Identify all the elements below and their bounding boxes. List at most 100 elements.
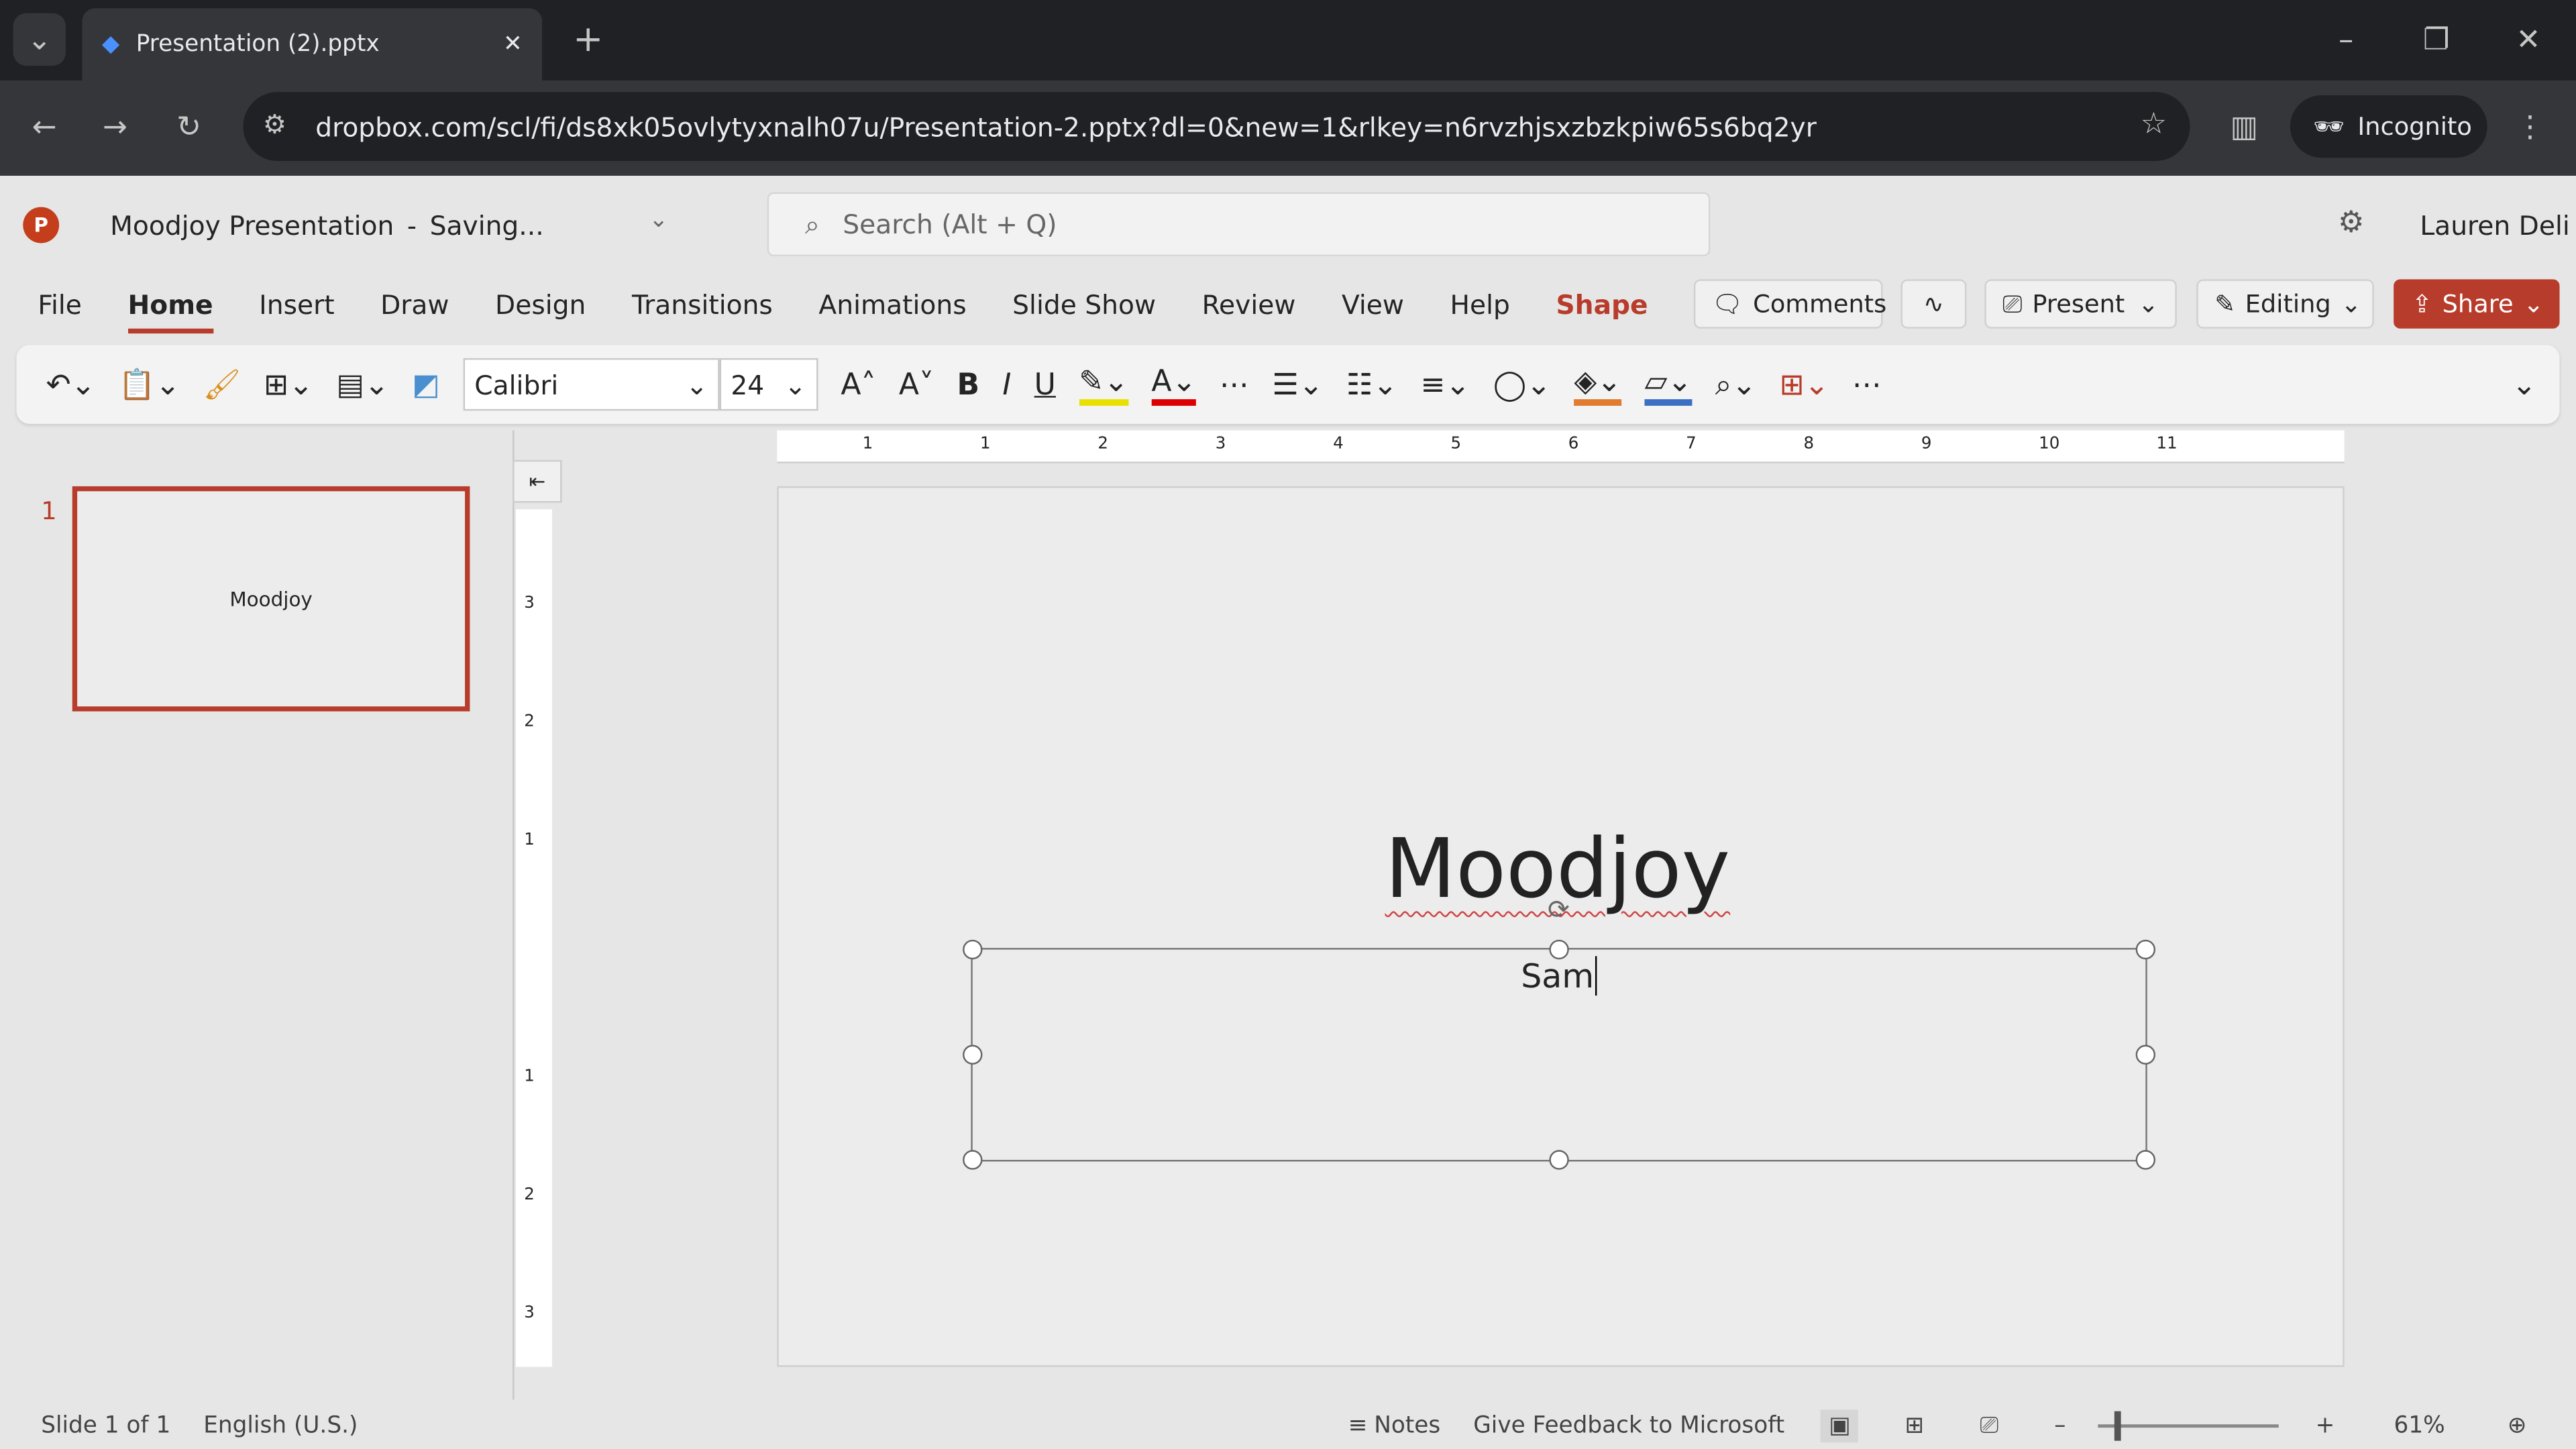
- tab-view[interactable]: View: [1342, 289, 1404, 333]
- font-size-select[interactable]: 24 ⌄: [719, 358, 818, 411]
- more-font-icon[interactable]: ⋯: [1220, 367, 1249, 401]
- tab-insert[interactable]: Insert: [259, 289, 334, 333]
- bookmark-star-icon[interactable]: ☆: [2141, 107, 2167, 141]
- more-options-icon[interactable]: ⋯: [1852, 367, 1882, 401]
- share-button[interactable]: ⇪ Share ⌄: [2394, 279, 2560, 329]
- site-info-icon[interactable]: ⚙: [263, 109, 286, 140]
- doc-title: Moodjoy Presentation: [110, 210, 394, 242]
- new-tab-icon[interactable]: +: [567, 16, 610, 62]
- resize-handle[interactable]: [963, 939, 983, 960]
- zoom-in-icon[interactable]: +: [2316, 1412, 2335, 1438]
- bold-icon[interactable]: B: [957, 367, 979, 401]
- normal-view-icon[interactable]: ▣: [1821, 1409, 1859, 1442]
- zoom-level[interactable]: 61%: [2394, 1412, 2445, 1438]
- address-bar[interactable]: ⚙ dropbox.com/scl/fi/ds8xk05ovlytyxnalh0…: [243, 92, 2190, 162]
- chevron-down-icon[interactable]: ⌄: [2138, 289, 2159, 319]
- reading-view-icon[interactable]: ⎚: [1980, 1412, 1998, 1438]
- catch-up-button[interactable]: ∿: [1900, 279, 1967, 329]
- minimize-icon[interactable]: –: [2324, 16, 2367, 62]
- fit-slide-icon[interactable]: ⊕: [2508, 1412, 2527, 1438]
- ruler-tick-label: 2: [524, 1186, 535, 1205]
- back-icon[interactable]: ←: [23, 103, 66, 150]
- tab-shape[interactable]: Shape: [1556, 289, 1648, 333]
- user-name[interactable]: Lauren Deli: [2420, 210, 2569, 241]
- shape-fill-icon[interactable]: ◈⌄: [1574, 364, 1622, 405]
- background-icon[interactable]: ◩: [412, 367, 440, 401]
- feedback-link[interactable]: Give Feedback to Microsoft: [1473, 1412, 1784, 1438]
- incognito-badge[interactable]: 🕶 Incognito: [2290, 95, 2487, 158]
- new-slide-icon[interactable]: ⊞⌄: [264, 367, 313, 401]
- resize-handle[interactable]: [963, 1150, 983, 1170]
- tab-draw[interactable]: Draw: [380, 289, 449, 333]
- grow-font-icon[interactable]: A˄: [841, 367, 875, 401]
- language[interactable]: English (U.S.): [203, 1412, 358, 1438]
- slide-canvas[interactable]: [777, 486, 2345, 1367]
- layout-icon[interactable]: ▤⌄: [336, 367, 389, 401]
- editing-mode-button[interactable]: ✎ Editing ⌄: [2196, 279, 2374, 329]
- tab-home[interactable]: Home: [127, 289, 213, 334]
- format-painter-icon[interactable]: 🖌: [203, 367, 241, 401]
- ruler-tick-label: 7: [1686, 435, 1697, 453]
- reload-icon[interactable]: ↻: [168, 103, 211, 150]
- restore-icon[interactable]: ❐: [2415, 16, 2458, 62]
- numbering-icon[interactable]: ☷⌄: [1346, 367, 1397, 401]
- font-family-select[interactable]: Calibri ⌄: [463, 358, 720, 411]
- tab-slide-show[interactable]: Slide Show: [1012, 289, 1156, 333]
- zoom-slider-thumb[interactable]: [2114, 1410, 2122, 1440]
- slide-number: 1: [41, 496, 57, 526]
- title-chevron-icon[interactable]: ⌄: [649, 207, 668, 233]
- find-icon[interactable]: ⌕⌄: [1715, 367, 1757, 401]
- italic-icon[interactable]: I: [1002, 367, 1011, 401]
- collapse-pane-icon[interactable]: ⇤: [513, 460, 562, 503]
- present-button[interactable]: ⎚ Present ⌄: [1984, 279, 2177, 329]
- ruler-tick-label: 10: [2039, 435, 2060, 453]
- tab-transitions[interactable]: Transitions: [632, 289, 773, 333]
- paste-icon[interactable]: 📋⌄: [119, 367, 180, 401]
- tab-animations[interactable]: Animations: [818, 289, 966, 333]
- tab-title: Presentation (2).pptx: [136, 31, 380, 58]
- settings-gear-icon[interactable]: ⚙: [2338, 205, 2365, 239]
- underline-icon[interactable]: U: [1034, 367, 1056, 401]
- shapes-icon[interactable]: ◯⌄: [1493, 367, 1551, 401]
- slide-sorter-icon[interactable]: ⊞: [1905, 1412, 1925, 1438]
- expand-ribbon-icon[interactable]: ⌄: [2512, 367, 2536, 401]
- tab-help[interactable]: Help: [1450, 289, 1510, 333]
- tab-review[interactable]: Review: [1202, 289, 1296, 333]
- shrink-font-icon[interactable]: A˅: [899, 367, 934, 401]
- align-icon[interactable]: ≡⌄: [1421, 367, 1470, 401]
- zoom-slider[interactable]: [2098, 1410, 2279, 1440]
- font-color-icon[interactable]: A⌄: [1151, 364, 1197, 405]
- document-title[interactable]: Moodjoy Presentation - Saving...: [110, 210, 544, 241]
- zoom-out-icon[interactable]: –: [2054, 1412, 2065, 1438]
- resize-handle[interactable]: [2135, 1150, 2156, 1170]
- comments-button[interactable]: 🗨 Comments: [1693, 279, 1886, 329]
- resize-handle[interactable]: [963, 1044, 983, 1065]
- resize-handle[interactable]: [1549, 939, 1569, 960]
- notes-button[interactable]: Notes: [1374, 1412, 1440, 1438]
- close-window-icon[interactable]: ✕: [2507, 16, 2550, 62]
- ruler-tick-label: 3: [524, 1304, 535, 1323]
- bullets-icon[interactable]: ☰⌄: [1272, 367, 1323, 401]
- notes-icon[interactable]: ≡: [1348, 1412, 1368, 1438]
- resize-handle[interactable]: [2135, 1044, 2156, 1065]
- search-box[interactable]: ⌕ Search (Alt + Q): [767, 192, 1711, 257]
- tab-list-chevron-icon[interactable]: ⌄: [13, 13, 66, 66]
- shape-outline-icon[interactable]: ▱⌄: [1644, 364, 1693, 405]
- subtitle-textbox[interactable]: Sam ⟳: [963, 894, 2156, 1170]
- rotate-handle-icon[interactable]: ⟳: [1548, 894, 1570, 925]
- designer-icon[interactable]: ⊞⌄: [1780, 367, 1829, 401]
- side-panel-icon[interactable]: ▥: [2224, 105, 2264, 148]
- undo-icon[interactable]: ↶⌄: [46, 367, 96, 401]
- resize-handle[interactable]: [1549, 1150, 1569, 1170]
- slide-thumbnail[interactable]: Moodjoy: [72, 486, 470, 712]
- browser-menu-icon[interactable]: ⋮: [2514, 105, 2546, 148]
- forward-icon[interactable]: →: [94, 103, 137, 150]
- close-tab-icon[interactable]: ✕: [503, 32, 523, 58]
- vertical-ruler[interactable]: 3 2 1 1 2 3: [515, 509, 552, 1367]
- tab-design[interactable]: Design: [495, 289, 586, 333]
- tab-file[interactable]: File: [38, 289, 82, 333]
- highlight-icon[interactable]: ✎⌄: [1079, 364, 1129, 405]
- resize-handle[interactable]: [2135, 939, 2156, 960]
- horizontal-ruler[interactable]: 1 1 2 3 4 5 6 7 8 9 10 11: [777, 430, 2345, 464]
- browser-tab[interactable]: ◆ Presentation (2).pptx ✕: [82, 8, 543, 81]
